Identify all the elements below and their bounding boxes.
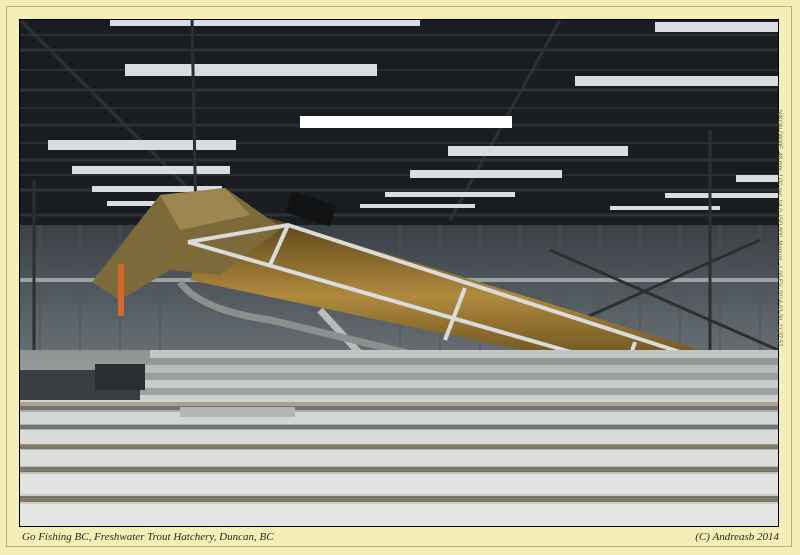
caption-title: Go Fishing BC, Freshwater Trout Hatchery… bbox=[22, 531, 274, 543]
hatchery-scene bbox=[20, 20, 778, 526]
photo bbox=[20, 20, 778, 526]
equipment-box bbox=[95, 364, 145, 390]
exif-info: NIKON D800E, 48 mm, 1/30 sec, f/4.0, ISO… bbox=[776, 110, 782, 347]
caption-copyright: (C) Andreasb 2014 bbox=[695, 531, 779, 543]
